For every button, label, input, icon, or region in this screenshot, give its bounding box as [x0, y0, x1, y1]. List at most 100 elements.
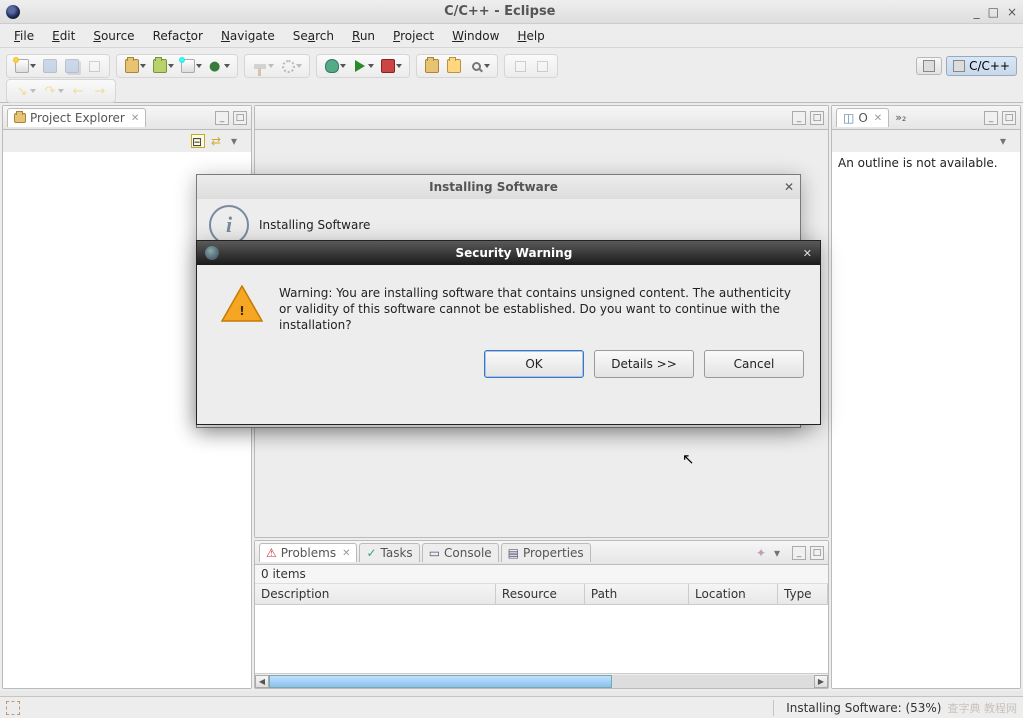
save-button — [39, 56, 61, 76]
problems-icon: ⚠ — [266, 546, 277, 560]
installing-dialog-close-button[interactable]: ✕ — [784, 180, 794, 194]
security-dialog-message: Warning: You are installing software tha… — [279, 285, 796, 334]
window-title: C/C++ - Eclipse — [26, 4, 974, 19]
close-icon[interactable]: ✕ — [129, 113, 139, 124]
scroll-right-button[interactable]: ▶ — [814, 675, 828, 688]
minimize-editor-button[interactable]: _ — [792, 111, 806, 125]
folder-icon — [14, 113, 26, 123]
new-button[interactable] — [11, 56, 33, 76]
scroll-thumb[interactable] — [269, 675, 612, 688]
build-button — [249, 56, 271, 76]
security-warning-dialog: Security Warning ✕ ! Warning: You are in… — [196, 240, 821, 425]
open-perspective-button[interactable] — [916, 57, 942, 75]
window-maximize-button[interactable]: □ — [988, 5, 999, 19]
col-location[interactable]: Location — [689, 584, 778, 604]
menu-refactor[interactable]: Refactor — [145, 27, 211, 45]
problems-menu-icon[interactable]: ▾ — [774, 546, 788, 560]
print-button — [83, 56, 105, 76]
security-dialog-title: Security Warning — [225, 246, 803, 260]
menubar: File Edit Source Refactor Navigate Searc… — [0, 24, 1023, 48]
menu-navigate[interactable]: Navigate — [213, 27, 283, 45]
minimize-outline-button[interactable]: _ — [984, 111, 998, 125]
perspective-cpp-button[interactable]: C/C++ — [946, 56, 1017, 76]
minimize-problems-button[interactable]: _ — [792, 546, 806, 560]
menu-source[interactable]: Source — [85, 27, 142, 45]
toggle-block-button — [531, 56, 553, 76]
tab-project-explorer[interactable]: Project Explorer ✕ — [7, 108, 146, 127]
menu-edit[interactable]: Edit — [44, 27, 83, 45]
tab-outline[interactable]: ◫ O ✕ — [836, 108, 889, 127]
status-separator — [773, 700, 774, 716]
close-icon[interactable]: ✕ — [340, 548, 350, 559]
open-project-button[interactable] — [421, 56, 443, 76]
col-path[interactable]: Path — [585, 584, 689, 604]
toggle-mark-button — [509, 56, 531, 76]
scroll-track[interactable] — [269, 675, 814, 688]
status-progress-text: Installing Software: (53%) — [786, 701, 941, 715]
new-cproject-button[interactable] — [121, 56, 143, 76]
menu-file[interactable]: File — [6, 27, 42, 45]
collapse-all-icon[interactable]: ⊟ — [191, 134, 205, 148]
eclipse-logo-icon — [205, 246, 219, 260]
installing-dialog-title: Installing Software — [203, 180, 784, 194]
tab-outline-label: O — [858, 111, 867, 125]
menu-help[interactable]: Help — [509, 27, 552, 45]
new-class-button[interactable]: ● — [205, 56, 227, 76]
scroll-left-button[interactable]: ◀ — [255, 675, 269, 688]
menu-project[interactable]: Project — [385, 27, 442, 45]
menu-search[interactable]: Search — [285, 27, 342, 45]
window-titlebar: C/C++ - Eclipse _ □ × — [0, 0, 1023, 24]
menu-window[interactable]: Window — [444, 27, 507, 45]
tab-tasks[interactable]: ✓Tasks — [359, 543, 419, 562]
problems-filter-icon[interactable]: ✦ — [756, 546, 770, 560]
step-into-button: ↘ — [11, 81, 33, 101]
tab-problems[interactable]: ⚠ Problems ✕ — [259, 543, 357, 562]
link-editor-icon[interactable]: ⇄ — [211, 134, 225, 148]
col-description[interactable]: Description — [255, 584, 496, 604]
new-folder-button[interactable] — [149, 56, 171, 76]
status-left-icon[interactable] — [6, 701, 20, 715]
eclipse-logo-icon — [6, 5, 20, 19]
perspective-label: C/C++ — [969, 59, 1010, 73]
tab-console[interactable]: ▭ Console — [422, 543, 499, 562]
search-button[interactable] — [465, 56, 487, 76]
details-button[interactable]: Details >> — [594, 350, 694, 378]
run-button[interactable] — [349, 56, 371, 76]
step-over-button: ↷ — [39, 81, 61, 101]
maximize-view-button[interactable]: □ — [233, 111, 247, 125]
external-tools-button[interactable] — [377, 56, 399, 76]
project-explorer-tab-label: Project Explorer — [30, 111, 125, 125]
open-task-button[interactable] — [443, 56, 465, 76]
minimize-view-button[interactable]: _ — [215, 111, 229, 125]
tab-console-label: Console — [444, 546, 492, 560]
cancel-button[interactable]: Cancel — [704, 350, 804, 378]
security-dialog-close-button[interactable]: ✕ — [803, 247, 812, 260]
properties-icon: ▤ — [508, 546, 519, 560]
col-resource[interactable]: Resource — [496, 584, 585, 604]
view-menu-icon[interactable]: ▾ — [231, 134, 245, 148]
save-all-button — [61, 56, 83, 76]
maximize-problems-button[interactable]: □ — [810, 546, 824, 560]
debug-button[interactable] — [321, 56, 343, 76]
outline-icon: ◫ — [843, 111, 854, 125]
close-icon[interactable]: ✕ — [872, 113, 882, 124]
window-close-button[interactable]: × — [1007, 5, 1017, 19]
tab-properties[interactable]: ▤Properties — [501, 543, 591, 562]
window-minimize-button[interactable]: _ — [974, 5, 980, 19]
menu-run[interactable]: Run — [344, 27, 383, 45]
info-icon: i — [209, 205, 249, 245]
installing-dialog-heading: Installing Software — [259, 218, 370, 232]
problems-hscrollbar[interactable]: ◀ ▶ — [255, 673, 828, 688]
maximize-outline-button[interactable]: □ — [1002, 111, 1016, 125]
maximize-editor-button[interactable]: □ — [810, 111, 824, 125]
tab-problems-label: Problems — [281, 546, 336, 560]
console-icon: ▭ — [429, 546, 440, 560]
problems-table-body[interactable] — [255, 605, 828, 673]
nav-forward-button: → — [89, 81, 111, 101]
warning-icon: ! — [221, 285, 263, 323]
col-type[interactable]: Type — [778, 584, 828, 604]
outline-menu-icon[interactable]: ▾ — [1000, 134, 1014, 148]
ok-button[interactable]: OK — [484, 350, 584, 378]
new-file-button[interactable] — [177, 56, 199, 76]
outline-overflow-label[interactable]: »₂ — [891, 111, 910, 124]
